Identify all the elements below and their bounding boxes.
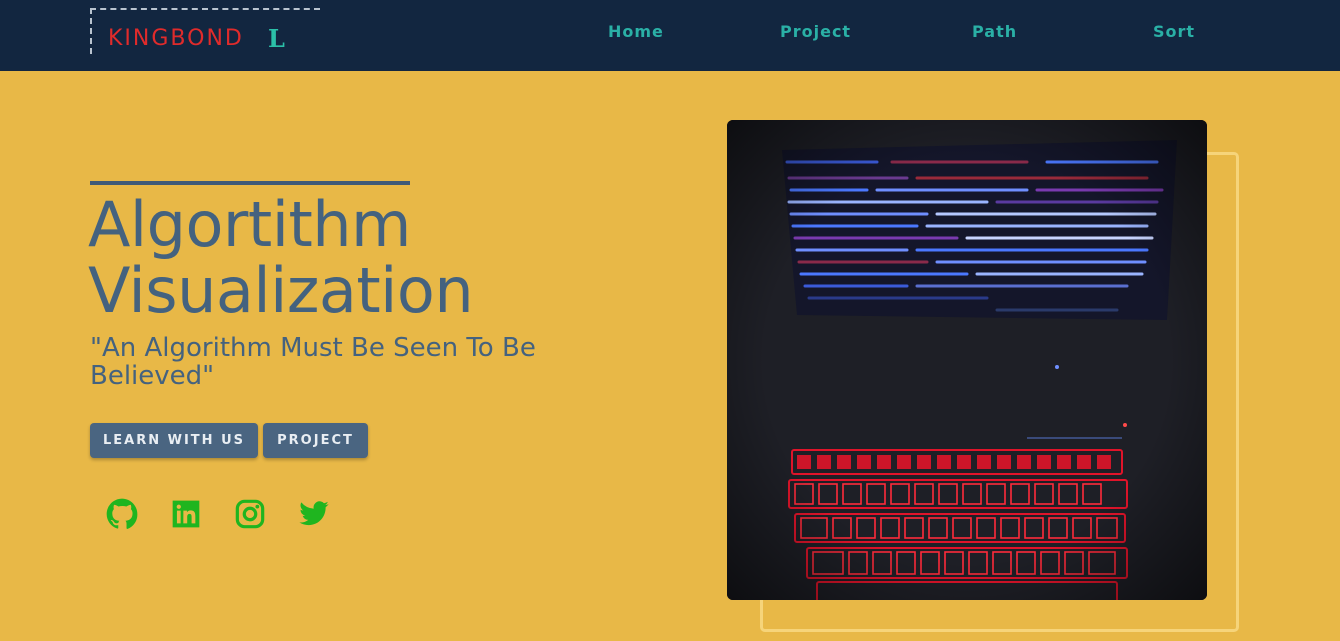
navbar: KINGBOND L Home Project Path Sort [0,0,1340,71]
tagline-quote: "An Algorithm Must Be Seen To Be Believe… [90,333,536,391]
page-title: Algortithm Visualization [88,192,648,324]
title-accent-bar [90,181,410,185]
nav-path[interactable]: Path [972,22,1017,41]
brand-mark: L [268,24,285,53]
twitter-icon[interactable] [298,498,330,530]
brand-name: KINGBOND [108,26,244,51]
project-button[interactable]: PROJECT [263,423,368,458]
laptop-code-image [727,120,1207,600]
instagram-icon[interactable] [234,498,266,530]
brand-logo[interactable]: KINGBOND L [90,8,320,54]
nav-sort[interactable]: Sort [1153,22,1195,41]
title-line-1: Algortithm [88,188,411,261]
nav-home[interactable]: Home [608,22,664,41]
nav-project[interactable]: Project [780,22,851,41]
linkedin-icon[interactable] [170,498,202,530]
github-icon[interactable] [106,498,138,530]
learn-with-us-button[interactable]: LEARN WITH US [90,423,258,458]
title-line-2: Visualization [88,254,474,327]
